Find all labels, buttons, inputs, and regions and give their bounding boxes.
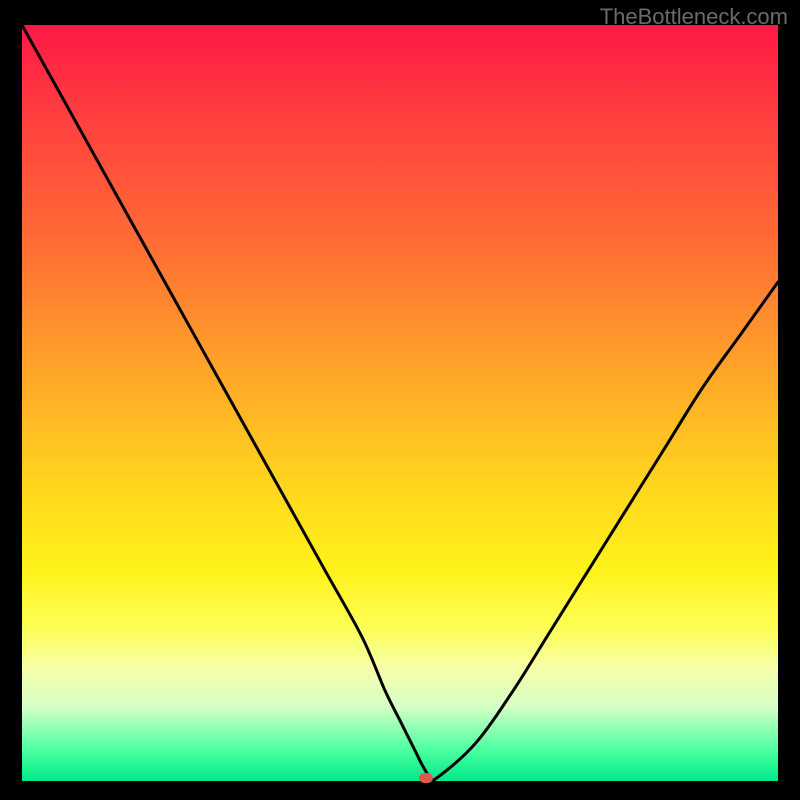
optimal-point-marker — [419, 773, 433, 783]
plot-area — [22, 25, 778, 781]
chart-container: TheBottleneck.com — [0, 0, 800, 800]
bottleneck-curve — [22, 25, 778, 780]
curve-svg — [22, 25, 778, 781]
watermark-text: TheBottleneck.com — [600, 4, 788, 30]
